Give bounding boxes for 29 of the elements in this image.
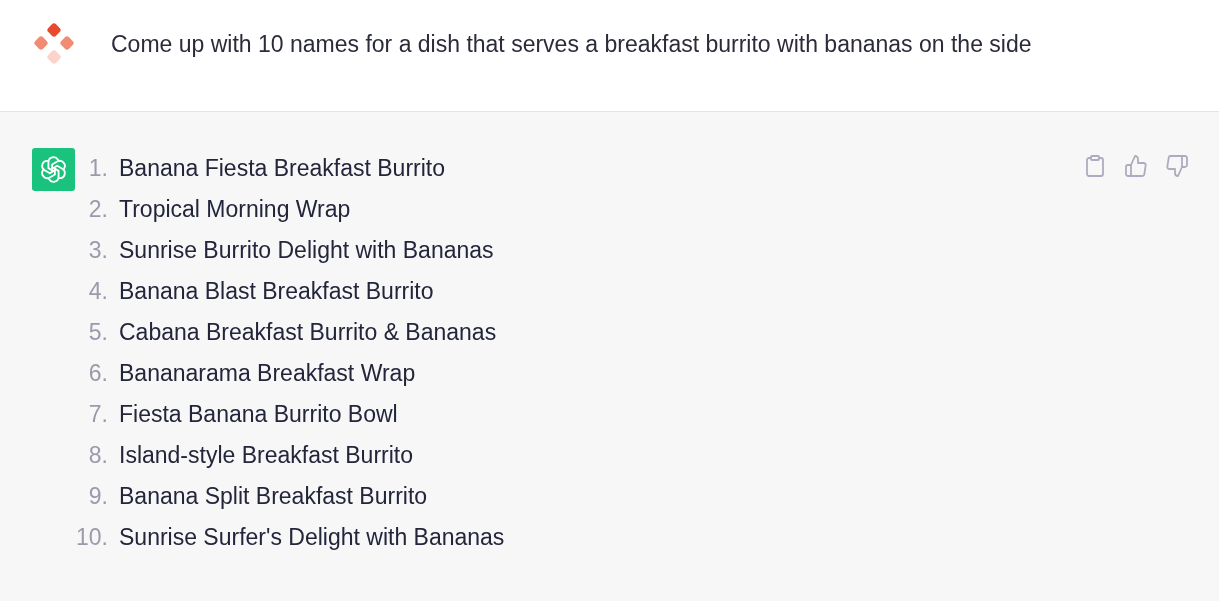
list-number: 2.: [87, 195, 108, 224]
thumbs-down-button[interactable]: [1166, 155, 1188, 177]
assistant-logo-icon: [32, 148, 75, 191]
user-prompt-text: Come up with 10 names for a dish that serves a breakfast burrito with bananas on the side: [111, 30, 1032, 59]
list-item-text: Bananarama Breakfast Wrap: [119, 359, 416, 388]
thumbs-up-button[interactable]: [1125, 155, 1147, 177]
list-item-text: Tropical Morning Wrap: [119, 195, 351, 224]
list-number: 3.: [87, 236, 108, 265]
clipboard-icon: [1084, 155, 1106, 177]
list-number: 1.: [87, 154, 108, 183]
thumbs-down-icon: [1166, 155, 1188, 177]
list-item-text: Sunrise Surfer's Delight with Bananas: [119, 523, 505, 552]
list-number: 6.: [87, 359, 108, 388]
list-item-text: Sunrise Burrito Delight with Bananas: [119, 236, 494, 265]
list-number: 5.: [87, 318, 108, 347]
thumbs-up-icon: [1125, 155, 1147, 177]
list-item-text: Cabana Breakfast Burrito & Bananas: [119, 318, 497, 347]
list-number: 4.: [87, 277, 108, 306]
list-item-text: Banana Fiesta Breakfast Burrito: [119, 154, 445, 183]
list-item-text: Banana Blast Breakfast Burrito: [119, 277, 434, 306]
list-number: 10.: [76, 523, 108, 552]
user-avatar-icon: [32, 22, 76, 66]
list-number: 8.: [87, 441, 108, 470]
list-item-text: Banana Split Breakfast Burrito: [119, 482, 428, 511]
list-number: 9.: [87, 482, 108, 511]
copy-button[interactable]: [1084, 155, 1106, 177]
list-item-text: Island-style Breakfast Burrito: [119, 441, 413, 470]
list-number: 7.: [87, 400, 108, 429]
list-item-text: Fiesta Banana Burrito Bowl: [119, 400, 398, 429]
